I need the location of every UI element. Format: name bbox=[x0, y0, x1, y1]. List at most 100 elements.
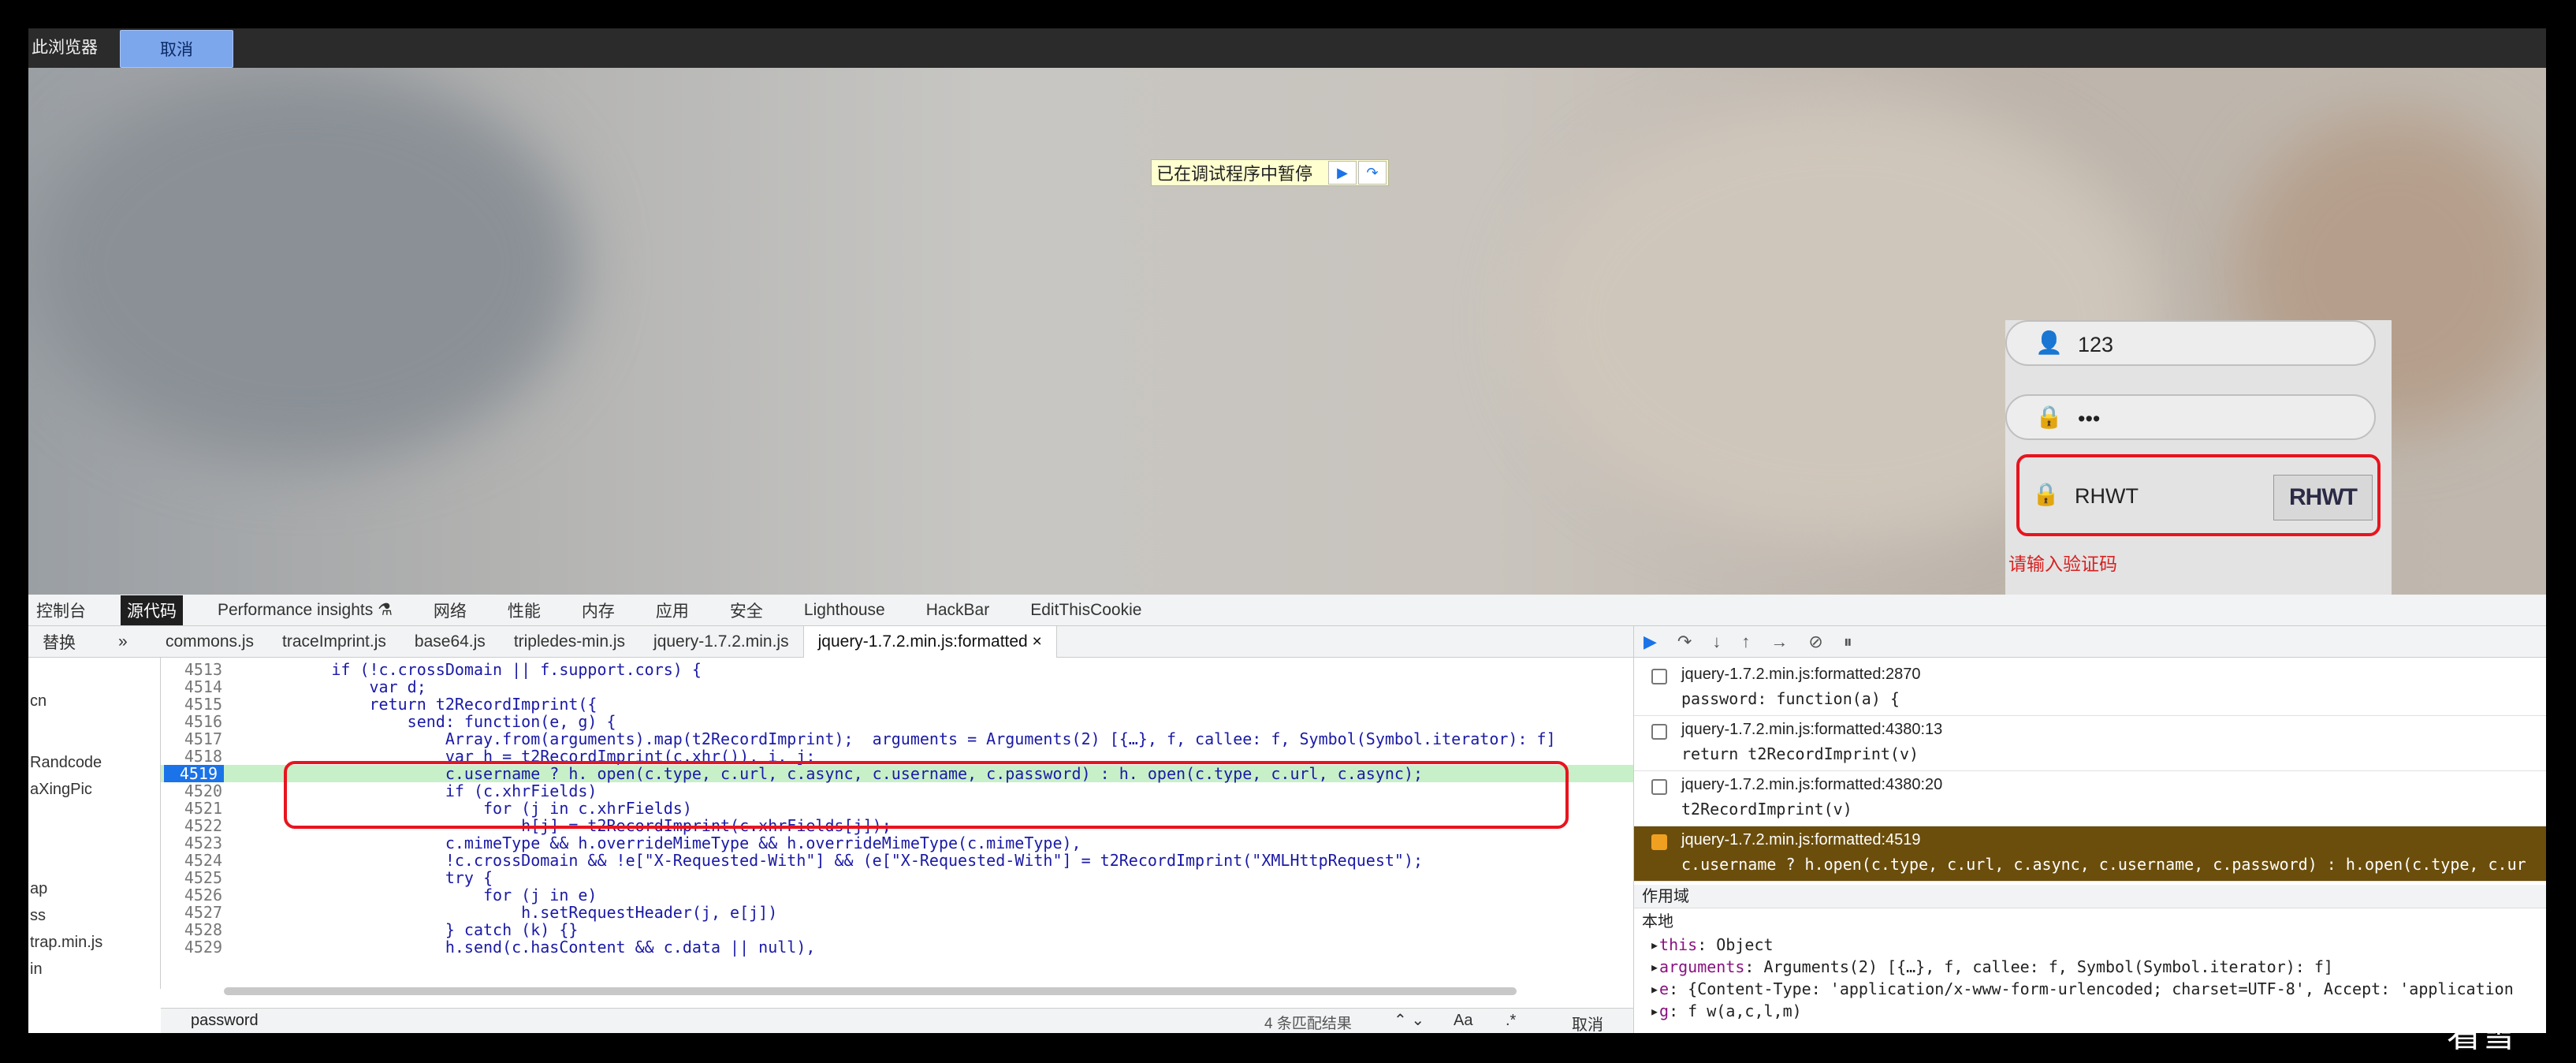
expand-triangle-icon[interactable]: ▸ bbox=[1650, 979, 1659, 998]
frame-source: t2RecordImprint(v) bbox=[1681, 800, 1852, 819]
call-stack-frame[interactable]: jquery-1.7.2.min.js:formatted:2870 passwo… bbox=[1634, 661, 2546, 716]
nav-item[interactable]: ss bbox=[30, 907, 46, 925]
expand-triangle-icon[interactable]: ▸ bbox=[1650, 1001, 1659, 1020]
line-number[interactable]: 4520 bbox=[170, 782, 222, 800]
code-line[interactable]: 4517 Array.from(arguments).map(t2RecordI… bbox=[161, 730, 1633, 748]
file-tab-traceimprint[interactable]: traceImprint.js bbox=[268, 629, 400, 655]
nav-item[interactable]: aXingPic bbox=[30, 781, 92, 799]
file-tab-jquery-formatted[interactable]: jquery-1.7.2.min.js:formatted × bbox=[802, 625, 1057, 658]
search-prev-next-icon[interactable]: ⌃ ⌄ bbox=[1394, 1010, 1424, 1030]
scope-section-header[interactable]: 作用域 bbox=[1634, 885, 2546, 908]
tab-sources[interactable]: 源代码 bbox=[121, 595, 183, 625]
file-tab-tripledes[interactable]: tripledes-min.js bbox=[500, 629, 639, 655]
tab-console[interactable]: 控制台 bbox=[30, 595, 92, 625]
nav-item[interactable]: ap bbox=[30, 880, 47, 898]
line-number[interactable]: 4524 bbox=[170, 852, 222, 869]
username-field[interactable]: 👤 123 bbox=[2005, 320, 2376, 366]
nav-more-icon[interactable]: » bbox=[104, 629, 151, 655]
code-line[interactable]: 4523 c.mimeType && h.overrideMimeType &&… bbox=[161, 834, 1633, 852]
captcha-field[interactable]: 🔒 RHWT RHWT bbox=[2016, 454, 2381, 536]
password-field[interactable]: 🔒 ••• bbox=[2005, 394, 2376, 440]
call-stack-frame[interactable]: jquery-1.7.2.min.js:formatted:4380:20 t2R… bbox=[1634, 771, 2546, 826]
cancel-button[interactable]: 取消 bbox=[120, 30, 233, 68]
search-cancel-button[interactable]: 取消 bbox=[1572, 1012, 1603, 1035]
file-tab-jquery[interactable]: jquery-1.7.2.min.js bbox=[639, 629, 803, 655]
line-number[interactable]: 4528 bbox=[170, 921, 222, 938]
code-line[interactable]: 4524 !c.crossDomain && !e["X-Requested-W… bbox=[161, 852, 1633, 869]
step-into-icon[interactable]: ↓ bbox=[1712, 632, 1721, 652]
code-line[interactable]: 4513 if (!c.crossDomain || f.support.cor… bbox=[161, 661, 1633, 678]
file-tab-commons[interactable]: commons.js bbox=[151, 629, 268, 655]
line-number[interactable]: 4517 bbox=[170, 730, 222, 748]
captcha-image[interactable]: RHWT bbox=[2273, 475, 2373, 520]
scope-variable[interactable]: ▸this: Object bbox=[1650, 935, 1774, 954]
scope-variable[interactable]: ▸arguments: Arguments(2) [{…}, f, callee… bbox=[1650, 957, 2333, 976]
code-line[interactable]: 4526 for (j in e) bbox=[161, 886, 1633, 904]
code-text: h.send(c.hasContent && c.data || null), bbox=[255, 938, 816, 957]
scope-variable[interactable]: ▸g: f w(a,c,l,m) bbox=[1650, 1001, 1802, 1020]
tab-memory[interactable]: 内存 bbox=[575, 595, 621, 625]
step-icon[interactable]: → bbox=[1770, 632, 1788, 652]
code-line[interactable]: 4514 var d; bbox=[161, 678, 1633, 696]
resume-icon[interactable]: ▶ bbox=[1644, 632, 1657, 652]
local-scope-header[interactable]: 本地 bbox=[1634, 910, 2546, 934]
step-out-icon[interactable]: ↑ bbox=[1741, 632, 1750, 652]
tab-performance[interactable]: 性能 bbox=[501, 595, 547, 625]
code-line[interactable]: 4525 try { bbox=[161, 869, 1633, 886]
breakpoint-checkbox[interactable] bbox=[1651, 834, 1667, 850]
line-number[interactable]: 4514 bbox=[170, 678, 222, 696]
line-number[interactable]: 4529 bbox=[170, 938, 222, 956]
line-number[interactable]: 4513 bbox=[170, 661, 222, 678]
line-number[interactable]: 4518 bbox=[170, 748, 222, 765]
line-number[interactable]: 4515 bbox=[170, 696, 222, 713]
code-text: !c.crossDomain && !e["X-Requested-With"]… bbox=[255, 851, 1424, 870]
line-number[interactable]: 4522 bbox=[170, 817, 222, 834]
call-stack-frame[interactable]: jquery-1.7.2.min.js:formatted:4380:13 ret… bbox=[1634, 716, 2546, 771]
tab-performance-insights[interactable]: Performance insights ⚗ bbox=[211, 597, 399, 623]
nav-item[interactable]: cn bbox=[30, 692, 47, 711]
pause-on-exceptions-icon[interactable]: ⏸ bbox=[1844, 632, 1852, 652]
line-number[interactable]: 4523 bbox=[170, 834, 222, 852]
resume-icon[interactable]: ▶ bbox=[1328, 161, 1357, 185]
line-number[interactable]: 4519 bbox=[164, 765, 224, 782]
breakpoint-checkbox[interactable] bbox=[1651, 724, 1667, 740]
tab-hackbar[interactable]: HackBar bbox=[920, 598, 996, 623]
tab-lighthouse[interactable]: Lighthouse bbox=[798, 598, 892, 623]
code-line[interactable]: 4528 } catch (k) {} bbox=[161, 921, 1633, 938]
tab-security[interactable]: 安全 bbox=[724, 595, 769, 625]
step-over-icon[interactable]: ↷ bbox=[1677, 632, 1692, 652]
nav-override-tab[interactable]: 替换 bbox=[28, 627, 104, 657]
line-number[interactable]: 4516 bbox=[170, 713, 222, 730]
code-line[interactable]: 4529 h.send(c.hasContent && c.data || nu… bbox=[161, 938, 1633, 956]
call-stack-frame[interactable]: jquery-1.7.2.min.js:formatted:4519 c.user… bbox=[1634, 826, 2546, 882]
blur-region bbox=[28, 68, 580, 462]
line-number[interactable]: 4521 bbox=[170, 800, 222, 817]
user-icon: 👤 bbox=[2035, 330, 2063, 355]
code-line[interactable]: 4527 h.setRequestHeader(j, e[j]) bbox=[161, 904, 1633, 921]
code-line[interactable]: 4515 return t2RecordImprint({ bbox=[161, 696, 1633, 713]
tab-editthiscookie[interactable]: EditThisCookie bbox=[1024, 598, 1148, 623]
var-name: e bbox=[1659, 979, 1670, 998]
expand-triangle-icon[interactable]: ▸ bbox=[1650, 935, 1659, 954]
scope-variable[interactable]: ▸e: {Content-Type: 'application/x-www-fo… bbox=[1650, 979, 2514, 998]
search-input[interactable]: password bbox=[191, 1012, 259, 1030]
tab-network[interactable]: 网络 bbox=[427, 595, 473, 625]
line-number[interactable]: 4526 bbox=[170, 886, 222, 904]
line-number[interactable]: 4527 bbox=[170, 904, 222, 921]
file-tab-base64[interactable]: base64.js bbox=[400, 629, 500, 655]
deactivate-breakpoints-icon[interactable]: ⊘ bbox=[1808, 632, 1822, 652]
horizontal-scrollbar[interactable] bbox=[224, 987, 1517, 995]
nav-item[interactable]: in bbox=[30, 960, 43, 979]
nav-item[interactable]: Randcode bbox=[30, 754, 102, 772]
regex-button[interactable]: .* bbox=[1506, 1012, 1516, 1030]
tab-application[interactable]: 应用 bbox=[650, 595, 695, 625]
nav-item[interactable]: trap.min.js bbox=[30, 934, 102, 952]
match-case-button[interactable]: Aa bbox=[1454, 1012, 1472, 1030]
breakpoint-checkbox[interactable] bbox=[1651, 779, 1667, 795]
step-over-icon[interactable]: ↷ bbox=[1358, 161, 1387, 185]
line-number[interactable]: 4525 bbox=[170, 869, 222, 886]
breakpoint-checkbox[interactable] bbox=[1651, 669, 1667, 684]
code-line[interactable]: 4516 send: function(e, g) { bbox=[161, 713, 1633, 730]
code-text: send: function(e, g) { bbox=[255, 712, 616, 731]
expand-triangle-icon[interactable]: ▸ bbox=[1650, 957, 1659, 976]
